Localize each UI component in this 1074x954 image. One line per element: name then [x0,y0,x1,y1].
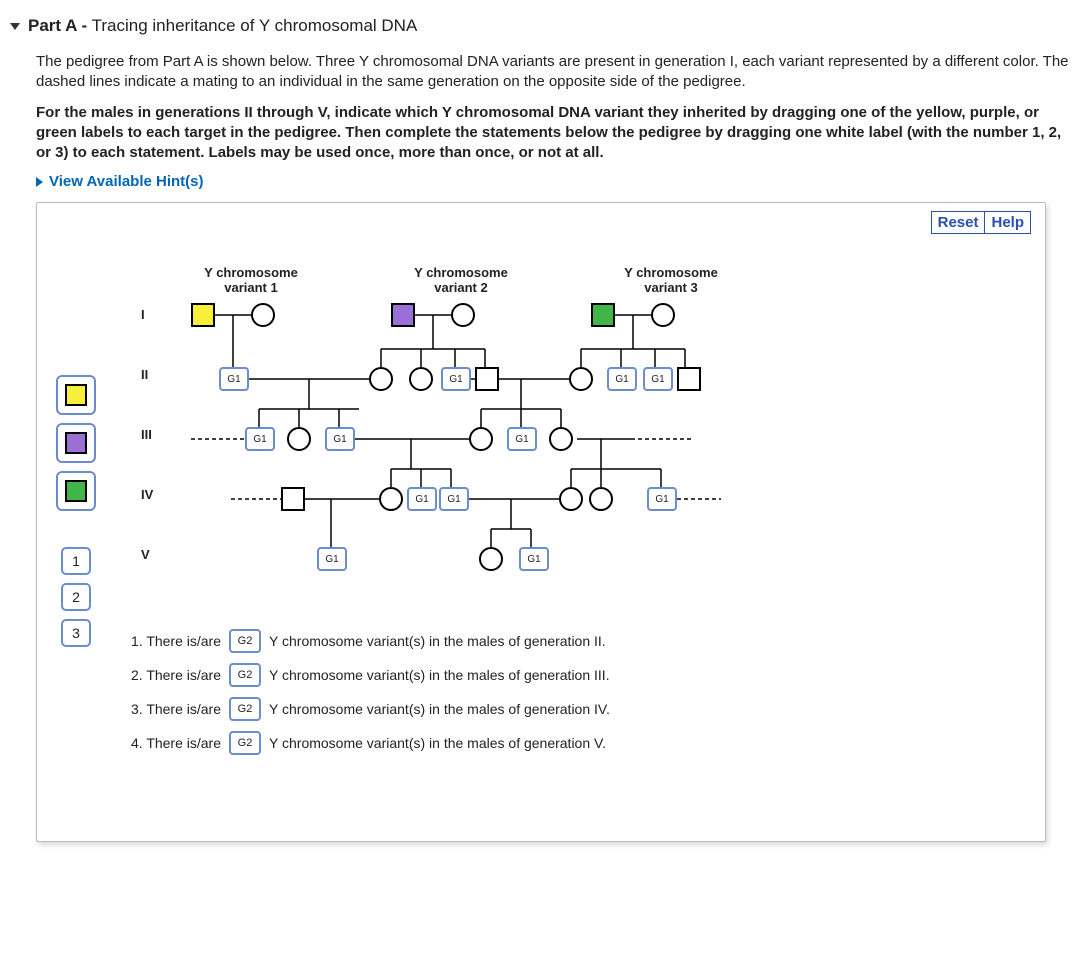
stmt-pre: 1. There is/are [131,633,221,649]
variant-1-header: Y chromosome variant 1 [191,265,311,295]
gen1-male-v3 [591,303,615,327]
pedigree-diagram: I II III IV V [131,299,851,599]
gen2-drop[interactable]: G1 [643,367,673,391]
stmt-post: Y chromosome variant(s) in the males of … [269,735,606,751]
statement-row: 2. There is/are G2 Y chromosome variant(… [131,663,1031,687]
stmt-post: Y chromosome variant(s) in the males of … [269,701,610,717]
gen4-drop[interactable]: G1 [439,487,469,511]
stmt-drop[interactable]: G2 [229,663,261,687]
gen4-drop[interactable]: G1 [647,487,677,511]
square-icon [65,480,87,502]
number-chip-1[interactable]: 1 [61,547,91,575]
gen5-drop[interactable]: G1 [519,547,549,571]
number-chip-2[interactable]: 2 [61,583,91,611]
swatch-yellow[interactable] [56,375,96,415]
gen2-male [475,367,499,391]
gen4-male-ext [281,487,305,511]
gen3-drop[interactable]: G1 [507,427,537,451]
stmt-pre: 3. There is/are [131,701,221,717]
label-palette: 1 2 3 [51,265,101,765]
view-hints-toggle[interactable]: View Available Hint(s) [36,173,1074,190]
drag-drop-workspace: Reset Help 1 2 3 Y chromosome variant 1 … [36,202,1046,842]
part-header[interactable]: Part A - Tracing inheritance of Y chromo… [10,10,1074,46]
swatch-purple[interactable] [56,423,96,463]
stmt-pre: 4. There is/are [131,735,221,751]
statement-row: 3. There is/are G2 Y chromosome variant(… [131,697,1031,721]
chevron-right-icon [36,177,43,187]
gen2-male [677,367,701,391]
intro-text: The pedigree from Part A is shown below.… [36,52,1074,93]
variant-3-header: Y chromosome variant 3 [611,265,731,295]
swatch-green[interactable] [56,471,96,511]
collapse-icon [10,23,20,30]
gen2-drop[interactable]: G1 [607,367,637,391]
help-button[interactable]: Help [985,211,1031,234]
stmt-drop[interactable]: G2 [229,697,261,721]
statement-row: 4. There is/are G2 Y chromosome variant(… [131,731,1031,755]
variant-2-header: Y chromosome variant 2 [401,265,521,295]
workspace-toolbar: Reset Help [931,211,1031,234]
square-icon [65,384,87,406]
gen4-drop[interactable]: G1 [407,487,437,511]
part-title: Part A - Tracing inheritance of Y chromo… [28,16,417,36]
hints-label: View Available Hint(s) [49,173,204,190]
number-chip-3[interactable]: 3 [61,619,91,647]
stmt-post: Y chromosome variant(s) in the males of … [269,667,610,683]
statements-block: 1. There is/are G2 Y chromosome variant(… [131,629,1031,755]
reset-button[interactable]: Reset [931,211,986,234]
gen2-drop[interactable]: G1 [441,367,471,391]
diagram-column: Y chromosome variant 1 Y chromosome vari… [131,265,1031,765]
gen3-drop[interactable]: G1 [245,427,275,451]
square-icon [65,432,87,454]
stmt-drop[interactable]: G2 [229,731,261,755]
gen3-drop[interactable]: G1 [325,427,355,451]
stmt-post: Y chromosome variant(s) in the males of … [269,633,606,649]
instructions-text: For the males in generations II through … [36,103,1074,164]
variant-headers: Y chromosome variant 1 Y chromosome vari… [191,265,1031,295]
gen2-drop[interactable]: G1 [219,367,249,391]
gen1-male-v2 [391,303,415,327]
gen5-drop[interactable]: G1 [317,547,347,571]
stmt-drop[interactable]: G2 [229,629,261,653]
statement-row: 1. There is/are G2 Y chromosome variant(… [131,629,1031,653]
stmt-pre: 2. There is/are [131,667,221,683]
gen1-male-v1 [191,303,215,327]
